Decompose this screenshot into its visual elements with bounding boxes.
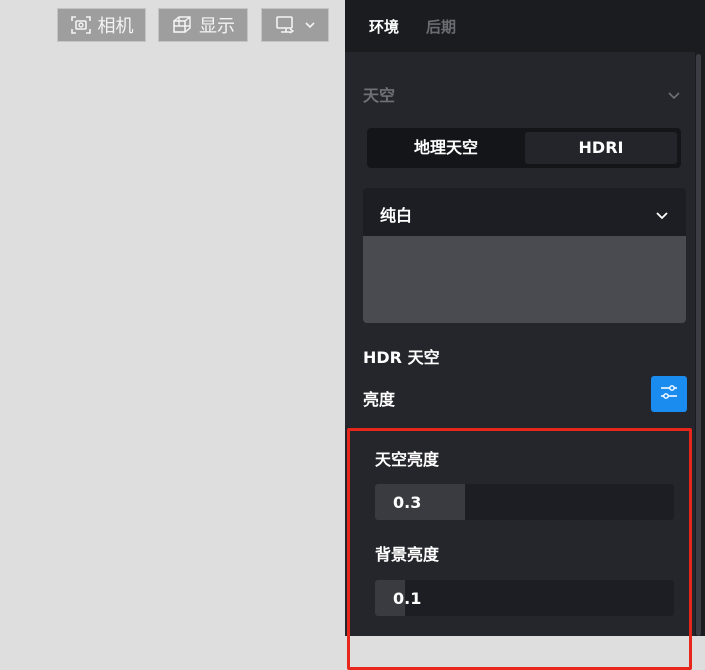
panel-tabs: 环境 后期 <box>345 0 705 52</box>
chevron-down-icon <box>655 206 669 225</box>
tab-environment[interactable]: 环境 <box>369 16 399 37</box>
camera-button[interactable]: 相机 <box>57 8 146 42</box>
sky-mode-toggle: 地理天空 HDRI <box>367 128 681 168</box>
sliders-icon <box>659 383 679 405</box>
screen-switch-icon <box>274 15 298 35</box>
panel-scrollbar[interactable] <box>696 54 701 636</box>
brightness-label: 亮度 <box>363 390 396 409</box>
hdri-option[interactable]: HDRI <box>525 132 677 164</box>
hdri-preset-select[interactable]: 纯白 <box>363 188 686 236</box>
view-switch-button[interactable] <box>261 8 329 42</box>
sky-section-title[interactable]: 天空 <box>363 82 395 106</box>
display-button-label: 显示 <box>199 16 235 37</box>
highlight-box <box>347 428 692 670</box>
environment-panel: 环境 后期 天空 地理天空 HDRI 纯白 HDR 天空 亮度 天空亮度 0.3… <box>345 0 705 670</box>
geo-sky-option[interactable]: 地理天空 <box>371 132 521 164</box>
tab-post-processing[interactable]: 后期 <box>426 16 456 37</box>
hdr-sky-label: HDR 天空 <box>363 348 440 367</box>
viewport[interactable]: 相机 显示 <box>0 0 345 636</box>
camera-focus-icon <box>70 15 92 35</box>
chevron-down-icon[interactable] <box>667 86 681 105</box>
hdri-preset-value: 纯白 <box>380 206 413 225</box>
brightness-settings-button[interactable] <box>651 376 687 412</box>
panel-body: 天空 地理天空 HDRI 纯白 HDR 天空 亮度 天空亮度 0.3 背景亮度 … <box>345 52 695 670</box>
display-button[interactable]: 显示 <box>158 8 248 42</box>
camera-button-label: 相机 <box>97 16 134 37</box>
chevron-down-icon <box>304 20 316 30</box>
cube-icon <box>171 15 193 35</box>
hdri-preview <box>363 236 686 323</box>
